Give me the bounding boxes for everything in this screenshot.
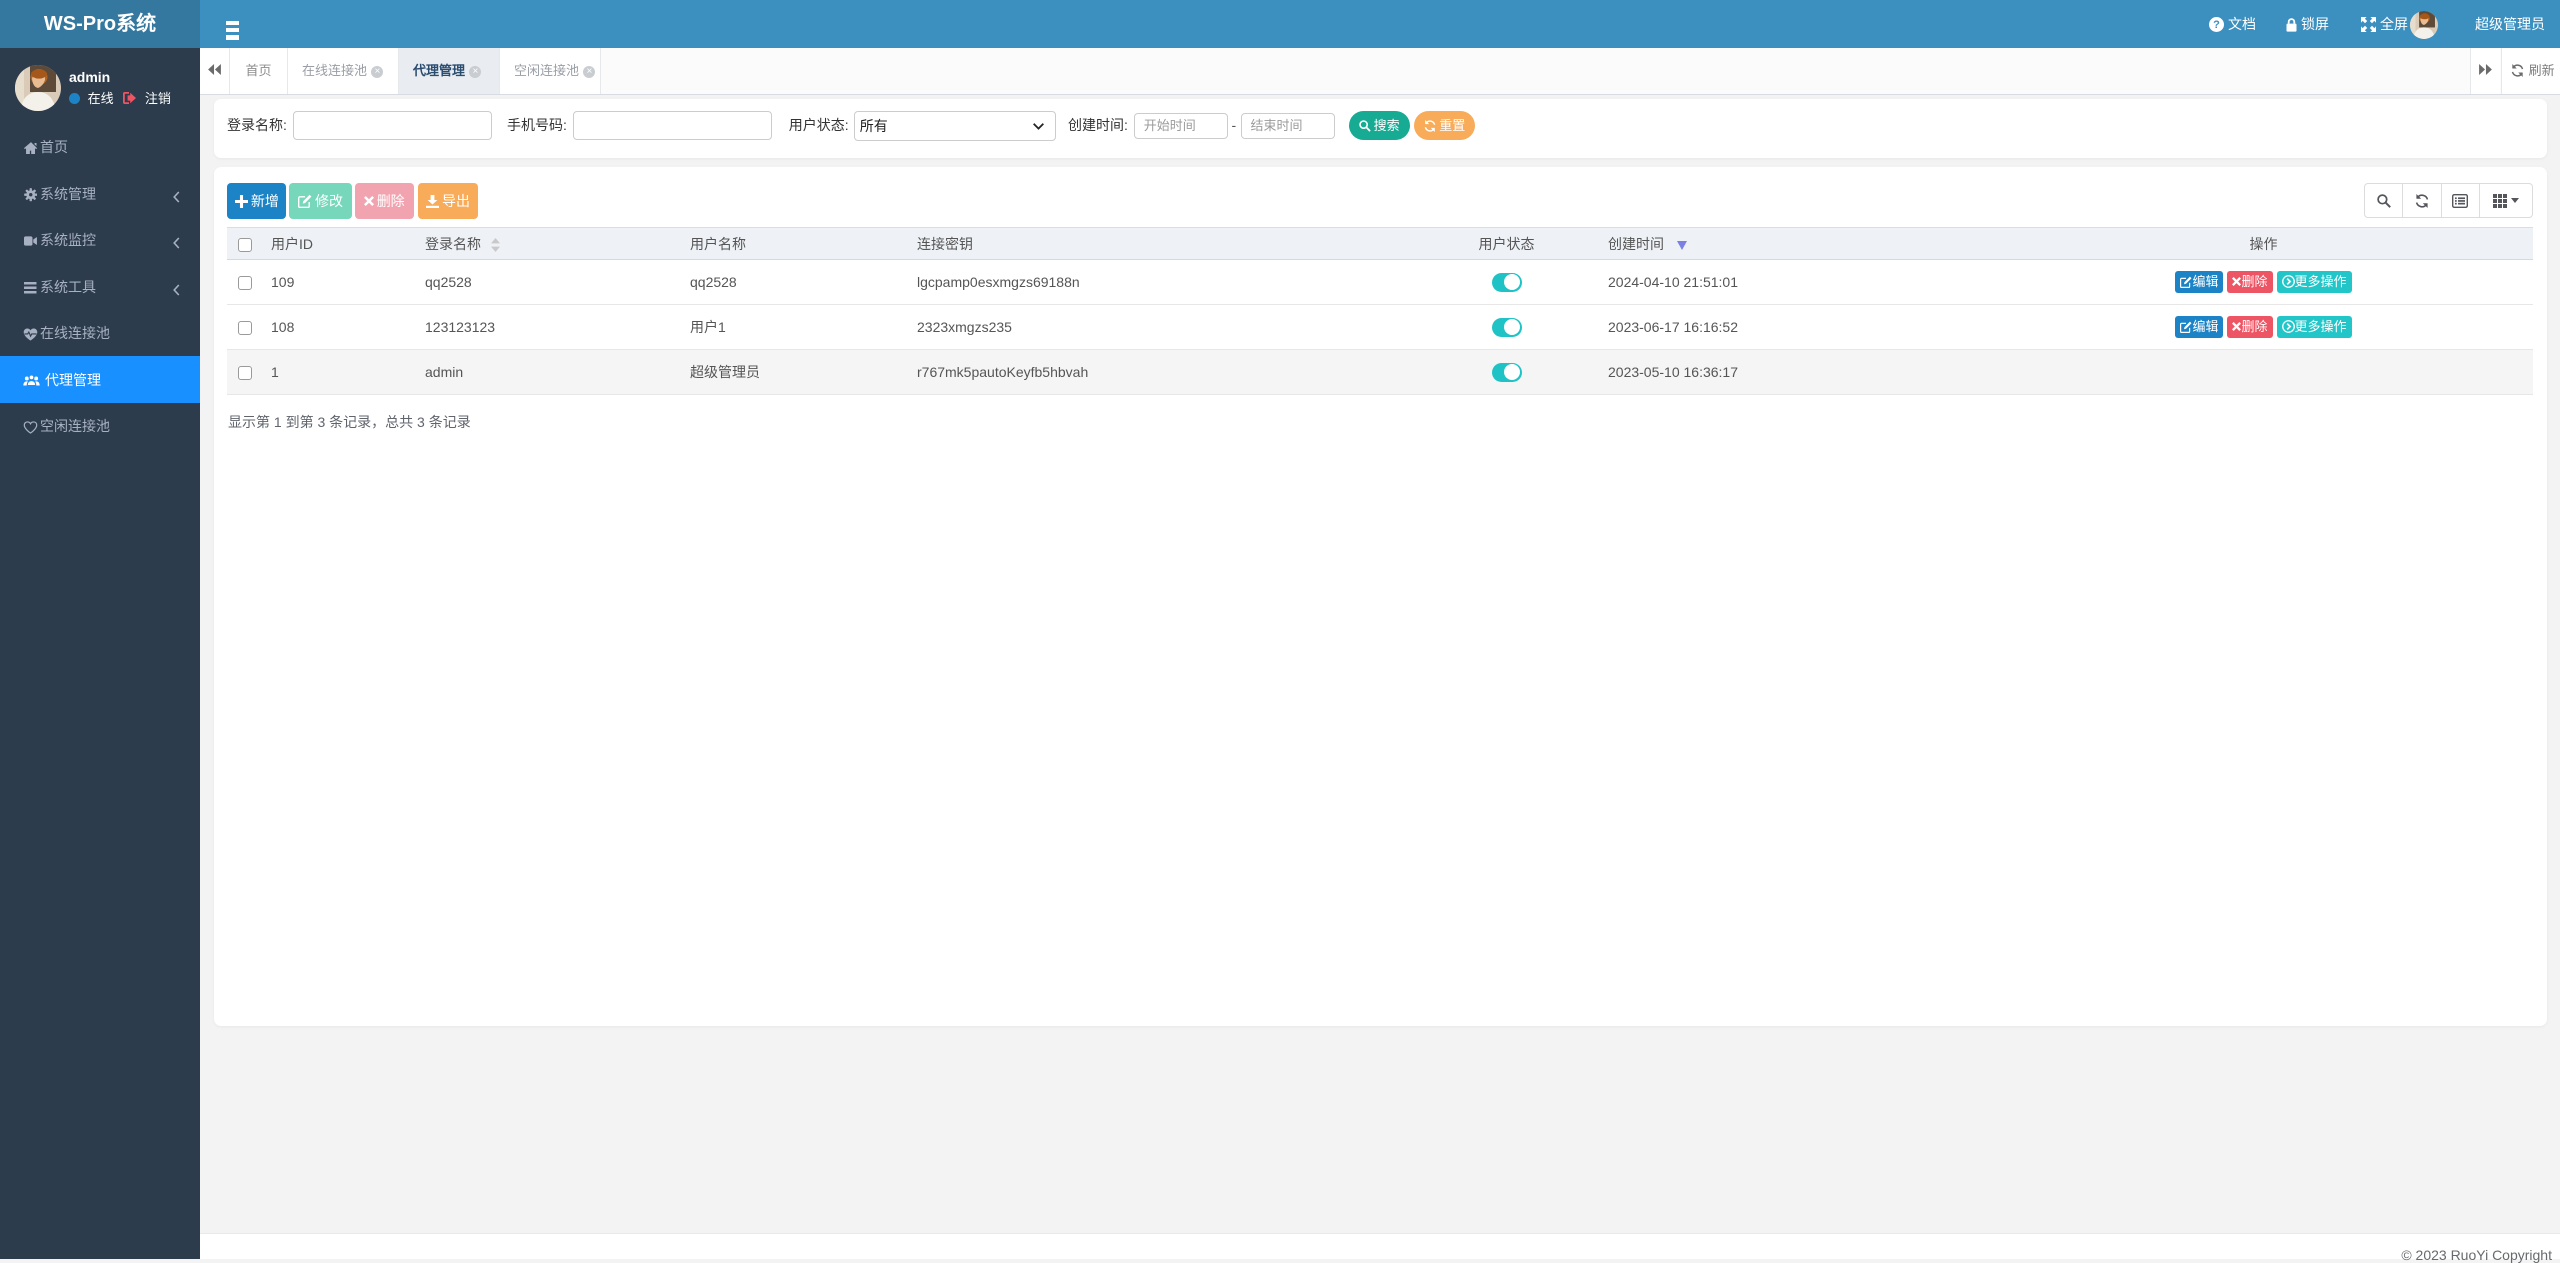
svg-text:?: ?	[2213, 19, 2220, 31]
